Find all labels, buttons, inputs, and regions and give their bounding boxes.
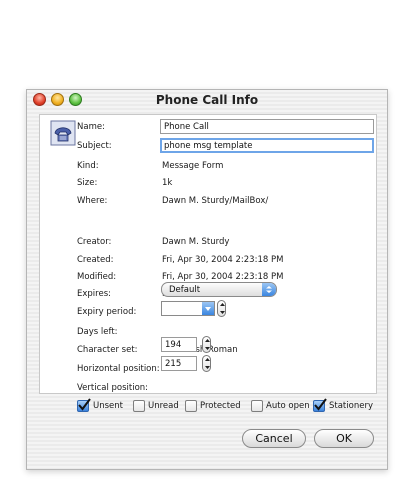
auto-open-label: Auto open — [266, 401, 310, 411]
days-left-label: Days left: — [77, 327, 118, 337]
horizontal-position-field[interactable]: 194 — [161, 337, 197, 352]
flag-checkboxes: Unsent Unread Protected Auto open Statio… — [73, 398, 393, 416]
protected-label: Protected — [200, 401, 241, 411]
creator-value: Dawn M. Sturdy — [162, 237, 230, 247]
size-label: Size: — [77, 178, 98, 188]
chevron-updown-icon — [262, 283, 276, 296]
modified-label: Modified: — [77, 272, 117, 282]
name-label: Name: — [77, 122, 105, 132]
where-value: Dawn M. Sturdy/MailBox/ — [162, 196, 269, 206]
modified-value: Fri, Apr 30, 2004 2:23:18 PM — [162, 272, 284, 282]
stationery-checkbox[interactable] — [313, 398, 327, 412]
horizontal-position-stepper[interactable] — [202, 336, 211, 353]
name-field[interactable]: Phone Call — [160, 119, 374, 134]
created-value: Fri, Apr 30, 2004 2:23:18 PM — [162, 255, 284, 265]
unsent-checkbox[interactable] — [77, 398, 91, 412]
info-panel: Name: Phone Call Subject: phone msg temp… — [39, 114, 377, 394]
where-label: Where: — [77, 196, 108, 206]
ok-button[interactable]: OK — [314, 429, 374, 448]
protected-checkbox[interactable] — [185, 400, 197, 412]
expiry-period-label: Expiry period: — [77, 307, 137, 317]
vertical-position-stepper[interactable] — [202, 355, 211, 372]
unsent-label: Unsent — [93, 401, 123, 411]
horizontal-position-label: Horizontal position: — [77, 364, 160, 374]
subject-field[interactable]: phone msg template — [160, 138, 374, 153]
chevron-down-icon — [202, 302, 214, 315]
cancel-button[interactable]: Cancel — [242, 429, 306, 448]
auto-open-checkbox[interactable] — [251, 400, 263, 412]
vertical-position-label: Vertical position: — [77, 383, 149, 393]
expires-label: Expires: — [77, 289, 111, 299]
unread-checkbox[interactable] — [133, 400, 145, 412]
kind-value: Message Form — [162, 161, 224, 171]
creator-label: Creator: — [77, 237, 112, 247]
info-window: Phone Call Info Name: Phone Call Subject… — [26, 89, 388, 470]
size-value: 1k — [162, 178, 173, 188]
vertical-position-field[interactable]: 215 — [161, 356, 197, 371]
expiry-period-popup[interactable]: Default — [161, 282, 277, 297]
expiry-period-value: Default — [169, 285, 201, 295]
title-bar[interactable]: Phone Call Info — [27, 90, 387, 112]
kind-label: Kind: — [77, 161, 99, 171]
window-title: Phone Call Info — [155, 93, 259, 107]
days-left-combo[interactable] — [161, 301, 215, 316]
days-left-stepper[interactable] — [217, 300, 226, 317]
stationery-label: Stationery — [329, 401, 373, 411]
unread-label: Unread — [148, 401, 179, 411]
character-set-label: Character set: — [77, 345, 138, 355]
subject-label: Subject: — [77, 141, 112, 151]
created-label: Created: — [77, 255, 114, 265]
phone-document-icon — [50, 120, 76, 146]
